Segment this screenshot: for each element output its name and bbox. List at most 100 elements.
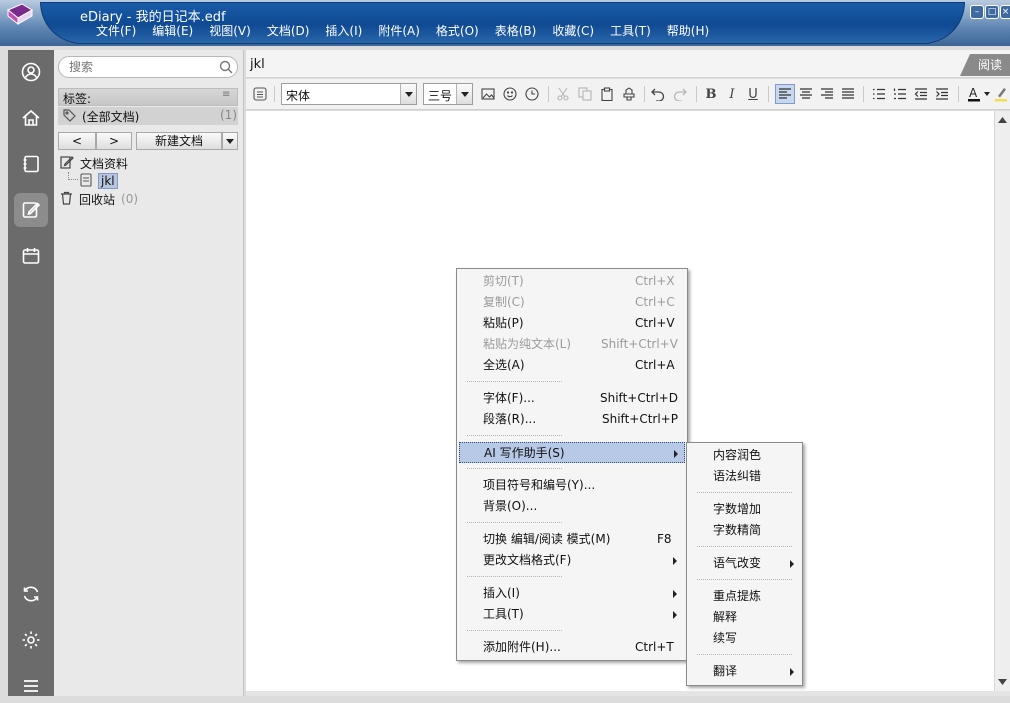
submenu-item-polish[interactable]: 内容润色 xyxy=(689,445,800,466)
menu-attachment[interactable]: 附件(A) xyxy=(370,22,428,40)
menu-item-cut[interactable]: 剪切(T) Ctrl+X xyxy=(459,271,685,292)
back-button[interactable]: < xyxy=(58,132,96,150)
clock-icon[interactable] xyxy=(522,84,542,104)
app-logo-icon xyxy=(4,2,36,28)
cut-icon[interactable] xyxy=(553,84,573,104)
submenu-item-label: 语法纠错 xyxy=(713,469,762,483)
tags-menu-icon[interactable]: ≡ xyxy=(222,89,230,100)
vertical-scrollbar[interactable] xyxy=(994,111,1010,691)
outdent-icon[interactable] xyxy=(911,84,931,104)
menu-item-tools[interactable]: 工具(T) xyxy=(459,604,685,625)
menu-item-label: 复制(C) xyxy=(483,295,525,309)
tree-doc-row[interactable]: jkl xyxy=(80,172,118,190)
submenu-item-expand[interactable]: 字数增加 xyxy=(689,499,800,520)
menu-separator xyxy=(467,630,562,631)
menu-view[interactable]: 视图(V) xyxy=(201,22,259,40)
menu-item-font[interactable]: 字体(F)... Shift+Ctrl+D xyxy=(459,388,685,409)
bullet-list-icon[interactable] xyxy=(869,84,889,104)
doc-properties-icon[interactable] xyxy=(250,84,270,104)
font-size-select[interactable]: 三号 xyxy=(423,83,473,105)
highlight-pen-icon[interactable] xyxy=(994,84,1008,104)
align-left-icon[interactable] xyxy=(775,84,795,104)
font-color-icon[interactable]: A xyxy=(964,84,984,104)
chevron-down-icon[interactable] xyxy=(456,84,472,104)
copy-icon[interactable] xyxy=(575,84,595,104)
submenu-item-condense[interactable]: 字数精简 xyxy=(689,520,800,541)
emoji-icon[interactable] xyxy=(500,84,520,104)
tree-connector xyxy=(68,172,78,180)
menu-tools[interactable]: 工具(T) xyxy=(602,22,659,40)
menu-table[interactable]: 表格(B) xyxy=(487,22,545,40)
submenu-item-explain[interactable]: 解释 xyxy=(689,607,800,628)
scroll-down-icon[interactable] xyxy=(998,679,1007,685)
undo-icon[interactable] xyxy=(648,84,668,104)
menu-format[interactable]: 格式(O) xyxy=(428,22,487,40)
context-menu: 剪切(T) Ctrl+X 复制(C) Ctrl+C 粘贴(P) Ctrl+V 粘… xyxy=(456,268,688,661)
redo-icon[interactable] xyxy=(670,84,690,104)
numbered-list-icon[interactable] xyxy=(890,84,910,104)
menu-favorites[interactable]: 收藏(C) xyxy=(544,22,602,40)
image-icon[interactable] xyxy=(478,84,498,104)
forward-button[interactable]: > xyxy=(96,132,132,150)
menu-help[interactable]: 帮助(H) xyxy=(659,22,717,40)
search-icon[interactable] xyxy=(219,60,233,77)
submenu-item-continue[interactable]: 续写 xyxy=(689,628,800,649)
maximize-button[interactable]: □ xyxy=(985,5,999,19)
menu-document[interactable]: 文档(D) xyxy=(259,22,318,40)
underline-button[interactable]: U xyxy=(743,84,763,104)
menu-insert[interactable]: 插入(I) xyxy=(317,22,370,40)
submenu-item-tone[interactable]: 语气改变 xyxy=(689,553,800,574)
menu-item-select-all[interactable]: 全选(A) Ctrl+A xyxy=(459,355,685,376)
paste-icon[interactable] xyxy=(597,84,617,104)
menu-item-paste[interactable]: 粘贴(P) Ctrl+V xyxy=(459,313,685,334)
tags-header[interactable]: 标签: ≡ xyxy=(58,88,238,106)
menu-item-shortcut: Ctrl+V xyxy=(635,316,675,330)
scroll-up-icon[interactable] xyxy=(998,117,1007,123)
search-input[interactable] xyxy=(67,59,217,75)
home-icon[interactable] xyxy=(14,101,48,135)
tree-folder-row[interactable]: 文档资料 xyxy=(60,154,128,172)
edit-icon[interactable] xyxy=(14,193,48,227)
indent-icon[interactable] xyxy=(932,84,952,104)
tree-trash-row[interactable]: 回收站 (0) xyxy=(60,190,138,208)
new-document-dropdown[interactable] xyxy=(222,132,238,150)
notebook-icon[interactable] xyxy=(14,147,48,181)
tree-trash-count: (0) xyxy=(121,192,139,206)
new-document-button[interactable]: 新建文档 xyxy=(136,132,222,150)
menu-item-bullets[interactable]: 项目符号和编号(Y)... xyxy=(459,475,685,496)
menu-item-label: 段落(R)... xyxy=(483,412,537,426)
menu-item-copy[interactable]: 复制(C) Ctrl+C xyxy=(459,292,685,313)
menu-item-paragraph[interactable]: 段落(R)... Shift+Ctrl+P xyxy=(459,409,685,430)
align-center-icon[interactable] xyxy=(796,84,816,104)
menu-item-insert[interactable]: 插入(I) xyxy=(459,583,685,604)
menu-item-change-format[interactable]: 更改文档格式(F) xyxy=(459,550,685,571)
submenu-item-grammar[interactable]: 语法纠错 xyxy=(689,466,800,487)
read-mode-tab[interactable]: 阅读 xyxy=(970,54,1010,76)
all-docs-item[interactable]: (全部文档) (1) xyxy=(58,107,238,125)
menu-item-ai-assistant[interactable]: AI 写作助手(S) xyxy=(459,442,685,463)
calendar-icon[interactable] xyxy=(14,239,48,273)
sync-icon[interactable] xyxy=(14,577,48,611)
submenu-item-translate[interactable]: 翻译 xyxy=(689,661,800,682)
menu-item-paste-plain[interactable]: 粘贴为纯文本(L) Shift+Ctrl+V xyxy=(459,334,685,355)
align-right-icon[interactable] xyxy=(817,84,837,104)
menu-item-toggle-mode[interactable]: 切换 编辑/阅读 模式(M) F8 xyxy=(459,529,685,550)
submenu-arrow-icon xyxy=(790,560,794,568)
menu-item-add-attachment[interactable]: 添加附件(H)... Ctrl+T xyxy=(459,637,685,658)
format-painter-icon[interactable] xyxy=(619,84,639,104)
settings-gear-icon[interactable] xyxy=(14,623,48,657)
chevron-down-icon[interactable] xyxy=(400,84,416,104)
menu-hamburger-icon[interactable] xyxy=(14,669,48,703)
submenu-item-key-points[interactable]: 重点提炼 xyxy=(689,586,800,607)
menu-item-background[interactable]: 背景(O)... xyxy=(459,496,685,517)
font-name-select[interactable]: 宋体 xyxy=(281,83,417,105)
user-icon[interactable] xyxy=(14,55,48,89)
menu-edit[interactable]: 编辑(E) xyxy=(144,22,201,40)
menu-file[interactable]: 文件(F) xyxy=(88,22,144,40)
minimize-button[interactable]: – xyxy=(970,5,984,19)
align-justify-icon[interactable] xyxy=(838,84,858,104)
close-button[interactable]: × xyxy=(1000,5,1010,19)
italic-button[interactable]: I xyxy=(722,84,742,104)
bold-button[interactable]: B xyxy=(701,84,721,104)
font-color-dropdown[interactable] xyxy=(982,84,992,104)
